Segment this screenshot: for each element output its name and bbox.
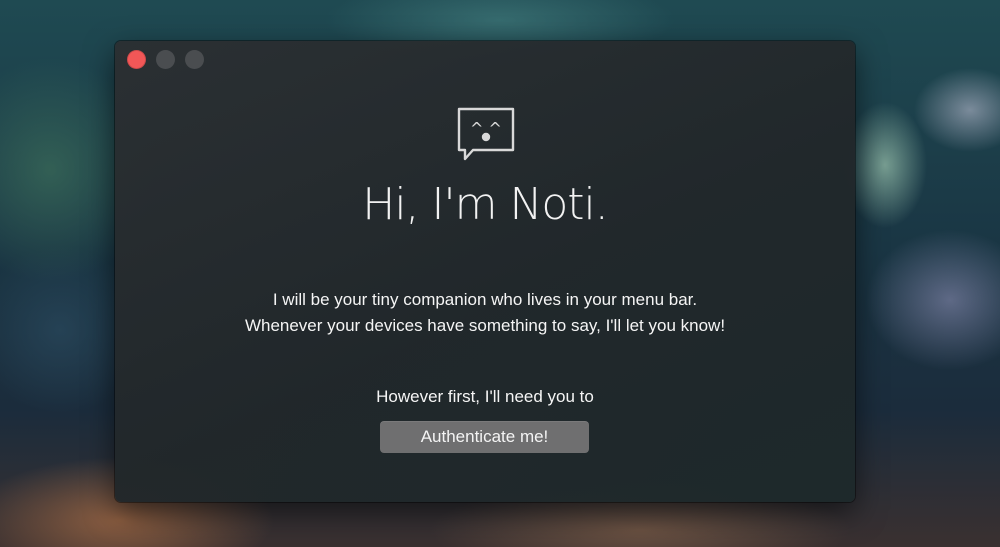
- desktop-background: ^ ^ Hi, I'm Noti. I will be your tiny co…: [0, 0, 1000, 547]
- window-controls: [127, 50, 204, 69]
- noti-welcome-window: ^ ^ Hi, I'm Noti. I will be your tiny co…: [115, 41, 855, 502]
- logo-mouth: [481, 132, 491, 142]
- zoom-window-button[interactable]: [185, 50, 204, 69]
- intro-line-1: I will be your tiny companion who lives …: [272, 290, 698, 309]
- intro-text: I will be your tiny companion who lives …: [115, 287, 855, 339]
- authenticate-prompt: However first, I'll need you to: [376, 387, 594, 406]
- intro-line-2: Whenever your devices have something to …: [244, 316, 726, 335]
- page-title: Hi, I'm Noti.: [362, 179, 609, 230]
- minimize-window-button[interactable]: [156, 50, 175, 69]
- close-window-button[interactable]: [127, 50, 146, 69]
- noti-logo-icon: ^ ^: [457, 107, 515, 161]
- authenticate-button[interactable]: Authenticate me!: [380, 421, 589, 453]
